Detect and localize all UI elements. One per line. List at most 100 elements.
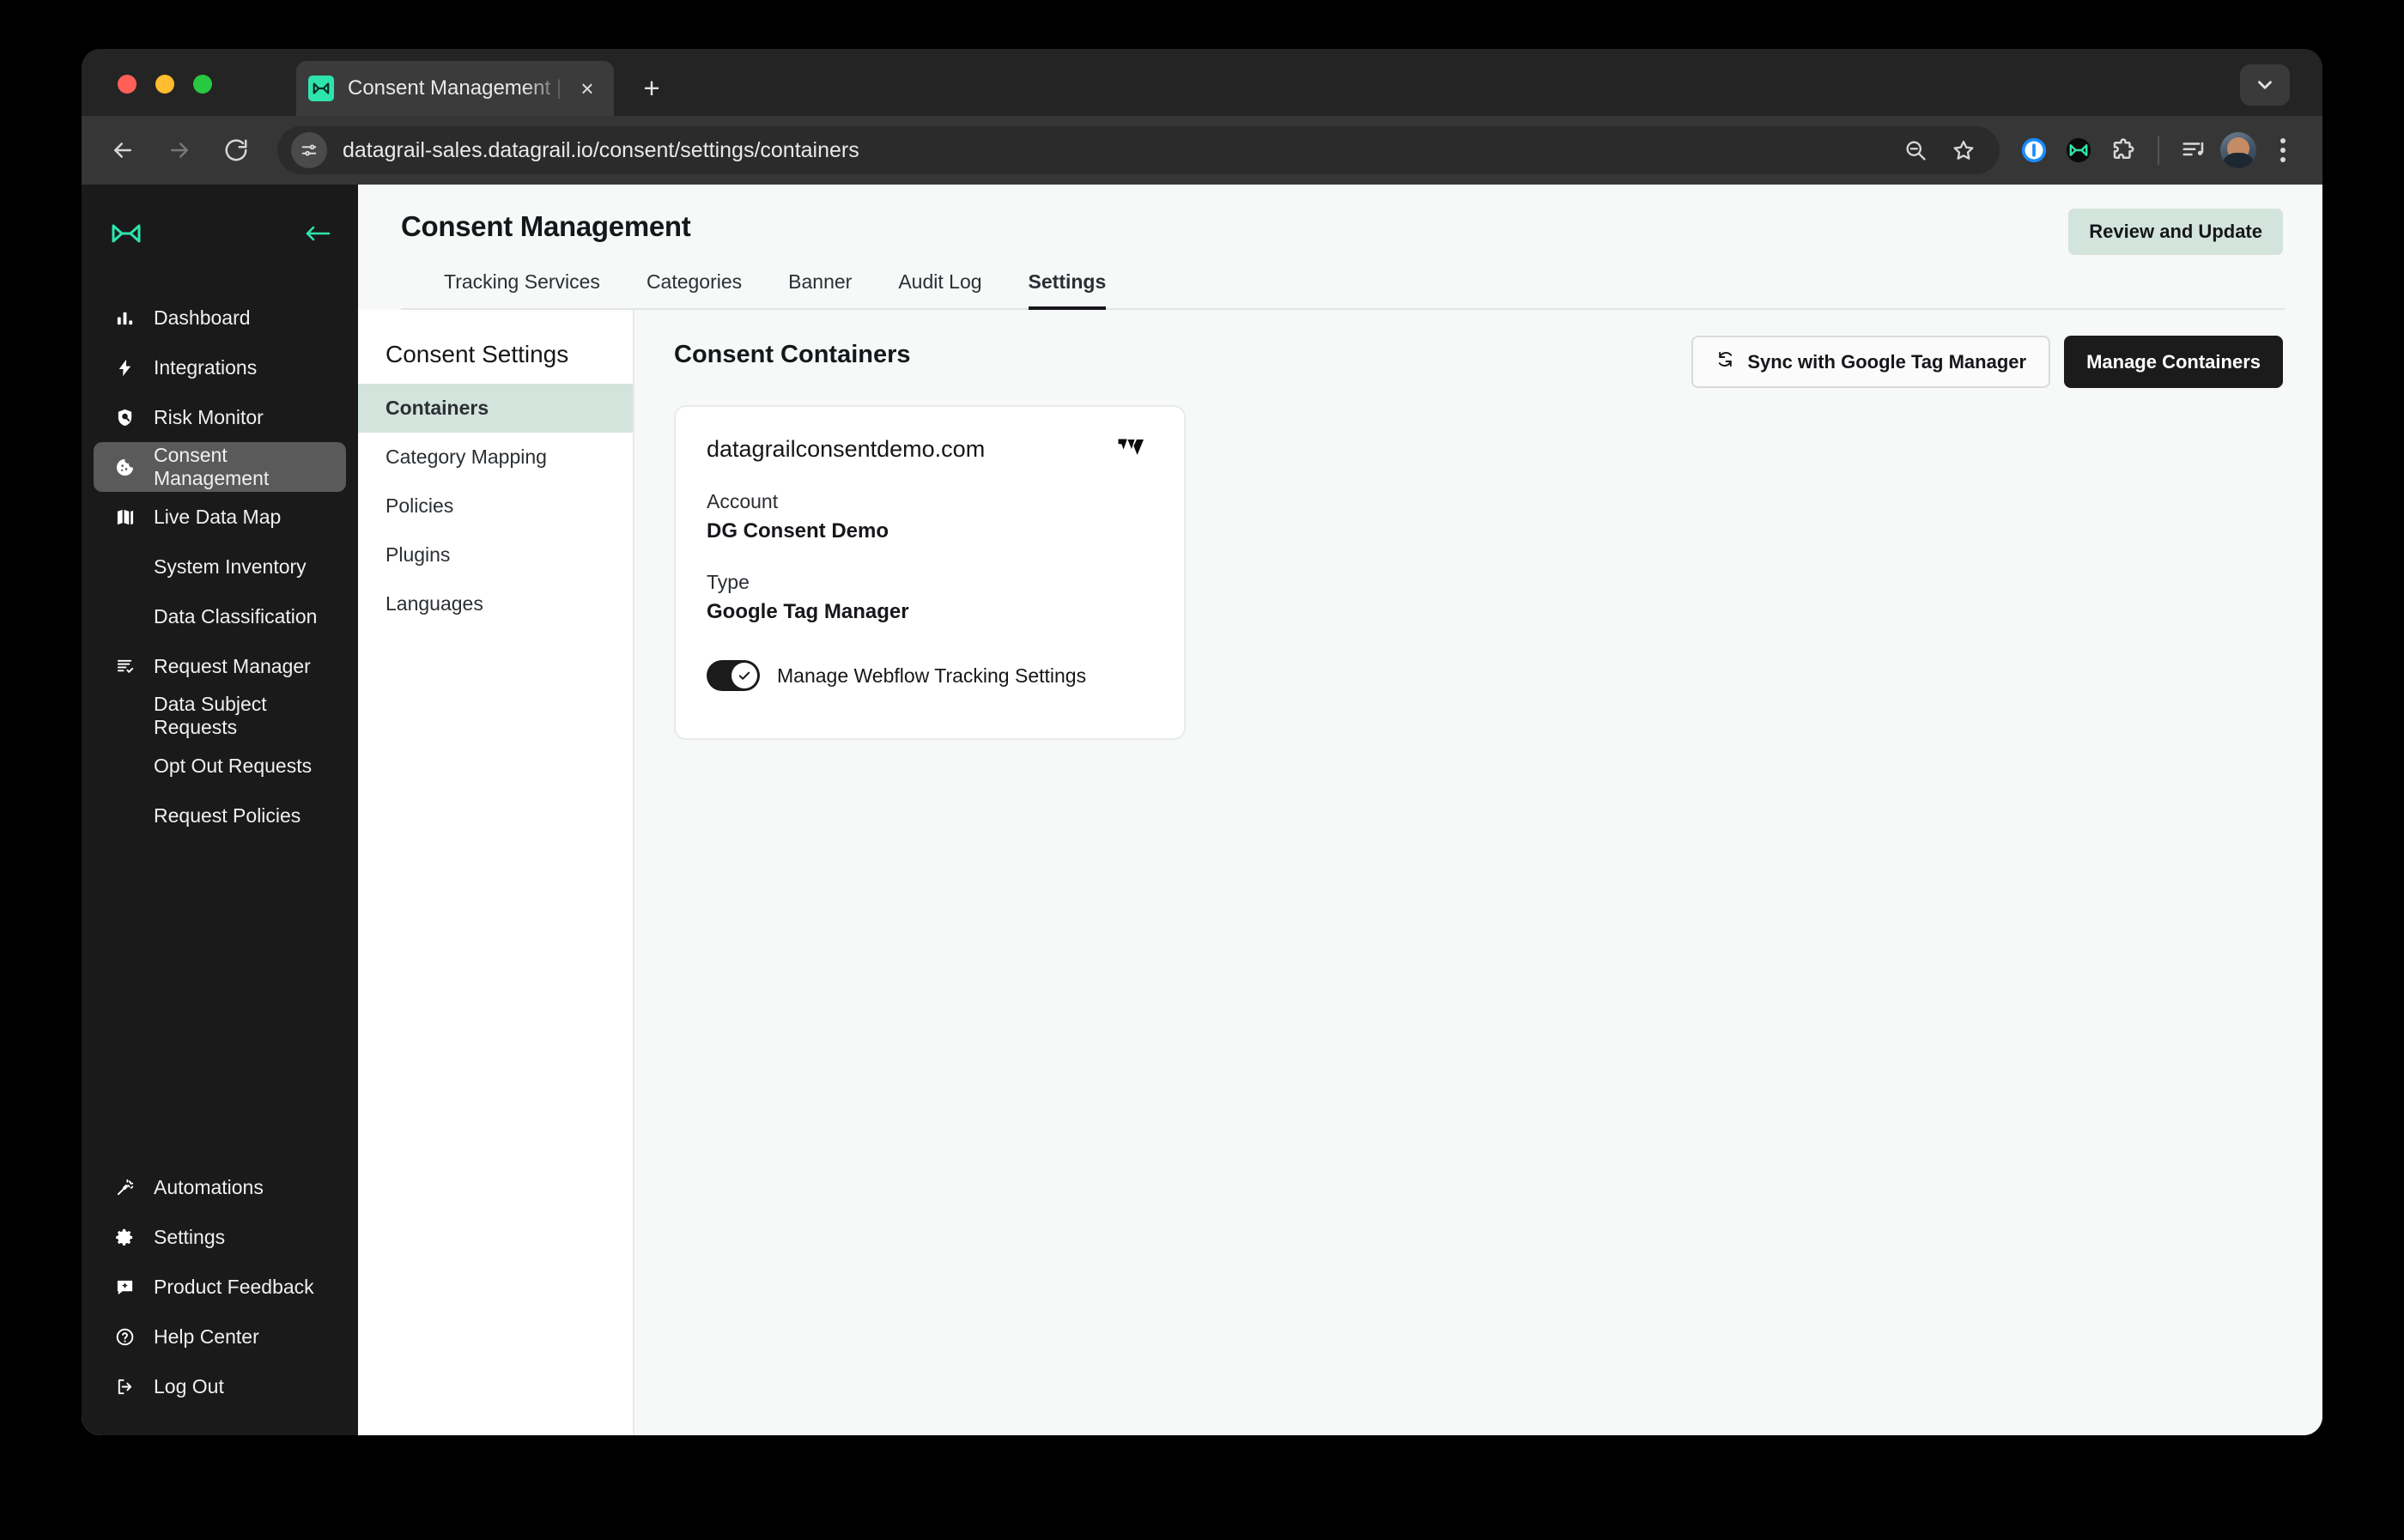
sidebar-item-dashboard[interactable]: Dashboard — [94, 293, 346, 343]
container-domain: datagrailconsentdemo.com — [707, 436, 986, 462]
sidebar-secondary-nav: Automations Settings Product Feedback He… — [82, 1162, 358, 1435]
sync-refresh-icon — [1715, 349, 1735, 374]
browser-titlebar: Consent Management | DataG × + — [82, 49, 2322, 116]
list-check-icon — [111, 657, 138, 676]
app-sidebar: Dashboard Integrations Risk Monitor Cons… — [82, 185, 358, 1435]
sidebar-item-data-subject-requests[interactable]: Data Subject Requests — [94, 691, 346, 741]
maximize-window-button[interactable] — [193, 75, 212, 94]
feedback-icon — [111, 1277, 138, 1297]
sidebar-item-label: Opt Out Requests — [154, 754, 313, 777]
sync-with-google-tag-manager-button[interactable]: Sync with Google Tag Manager — [1691, 336, 2051, 388]
reload-icon[interactable] — [214, 128, 258, 173]
tab-banner[interactable]: Banner — [788, 270, 852, 308]
sidebar-item-data-classification[interactable]: Data Classification — [94, 591, 346, 641]
address-bar[interactable]: datagrail-sales.datagrail.io/consent/set… — [277, 126, 2000, 174]
back-icon[interactable] — [100, 128, 145, 173]
chrome-menu-icon[interactable] — [2261, 128, 2305, 173]
manage-webflow-tracking-toggle[interactable] — [707, 660, 760, 691]
sidebar-item-live-data-map[interactable]: Live Data Map — [94, 492, 346, 542]
onepassword-extension-icon[interactable] — [2012, 128, 2056, 173]
page-viewport: Dashboard Integrations Risk Monitor Cons… — [82, 185, 2322, 1435]
sidebar-item-opt-out-requests[interactable]: Opt Out Requests — [94, 741, 346, 791]
sidebar-item-product-feedback[interactable]: Product Feedback — [94, 1262, 346, 1312]
sidebar-item-label: Help Center — [154, 1325, 259, 1348]
chevron-down-icon[interactable] — [2240, 64, 2290, 106]
manage-containers-button[interactable]: Manage Containers — [2064, 336, 2283, 388]
datagrail-extension-icon[interactable] — [2056, 128, 2101, 173]
map-icon — [111, 507, 138, 527]
settings-item-containers[interactable]: Containers — [358, 384, 633, 433]
sidebar-item-label: Integrations — [154, 355, 258, 379]
bookmark-star-icon[interactable] — [1941, 128, 1986, 173]
profile-avatar[interactable] — [2216, 128, 2261, 173]
sidebar-header — [82, 209, 358, 257]
review-and-update-button[interactable]: Review and Update — [2068, 209, 2283, 255]
sidebar-item-label: Data Subject Requests — [154, 693, 267, 738]
sidebar-item-automations[interactable]: Automations — [94, 1162, 346, 1212]
sidebar-item-log-out[interactable]: Log Out — [94, 1361, 346, 1411]
settings-item-languages[interactable]: Languages — [358, 579, 633, 628]
window-controls — [118, 75, 212, 94]
sidebar-item-label: Consent Management — [154, 444, 270, 489]
sidebar-item-help-center[interactable]: Help Center — [94, 1312, 346, 1361]
toggle-knob — [732, 663, 757, 688]
settings-item-policies[interactable]: Policies — [358, 482, 633, 531]
media-playlist-icon[interactable] — [2171, 128, 2216, 173]
tab-title: Consent Management | DataG — [348, 76, 573, 100]
logout-icon — [111, 1377, 138, 1397]
sidebar-item-risk-monitor[interactable]: Risk Monitor — [94, 392, 346, 442]
tracking-settings-toggle-row: Manage Webflow Tracking Settings — [707, 660, 1153, 691]
browser-window: Consent Management | DataG × + datagrai — [82, 49, 2322, 1435]
omnibox-actions — [1893, 128, 1986, 173]
settings-sidebar: Consent Settings Containers Category Map… — [358, 310, 634, 1435]
settings-item-plugins[interactable]: Plugins — [358, 531, 633, 579]
sidebar-item-integrations[interactable]: Integrations — [94, 343, 346, 392]
container-card[interactable]: datagrailconsentdemo.com Account DG Cons… — [674, 405, 1186, 740]
close-icon[interactable]: × — [573, 74, 602, 103]
gear-icon — [111, 1228, 138, 1247]
page-title: Consent Management — [401, 210, 691, 242]
sidebar-item-system-inventory[interactable]: System Inventory — [94, 542, 346, 591]
webflow-logo-icon — [1117, 434, 1153, 464]
sidebar-item-label: Data Classification — [154, 604, 318, 628]
tab-categories[interactable]: Categories — [647, 270, 742, 308]
main-content: Consent Management Review and Update Tra… — [358, 185, 2322, 1435]
sidebar-item-label: Request Policies — [154, 803, 301, 827]
close-window-button[interactable] — [118, 75, 137, 94]
sidebar-item-consent-management[interactable]: Consent Management — [94, 442, 346, 492]
panel-actions: Sync with Google Tag Manager Manage Cont… — [1691, 336, 2283, 388]
extensions-puzzle-icon[interactable] — [2101, 128, 2146, 173]
sidebar-item-request-policies[interactable]: Request Policies — [94, 791, 346, 840]
containers-panel: Consent Containers Sync with Google Tag … — [634, 310, 2322, 1435]
forward-icon[interactable] — [157, 128, 202, 173]
type-value: Google Tag Manager — [707, 600, 909, 623]
minimize-window-button[interactable] — [155, 75, 174, 94]
new-tab-button[interactable]: + — [635, 73, 668, 106]
tab-audit-log[interactable]: Audit Log — [898, 270, 981, 308]
settings-item-category-mapping[interactable]: Category Mapping — [358, 433, 633, 482]
shield-search-icon — [111, 408, 138, 427]
cookie-icon — [111, 458, 138, 477]
tab-settings[interactable]: Settings — [1028, 270, 1106, 310]
sidebar-item-label: Dashboard — [154, 306, 251, 329]
page-header: Consent Management Review and Update Tra… — [358, 185, 2322, 310]
sidebar-item-label: Product Feedback — [154, 1275, 314, 1298]
site-settings-icon[interactable] — [291, 132, 327, 168]
account-label: Account — [707, 490, 779, 512]
lightning-bolt-icon — [111, 358, 138, 378]
sidebar-item-request-manager[interactable]: Request Manager — [94, 641, 346, 691]
tab-tracking-services[interactable]: Tracking Services — [444, 270, 600, 308]
bar-chart-icon — [111, 308, 138, 328]
sidebar-primary-nav: Dashboard Integrations Risk Monitor Cons… — [82, 293, 358, 840]
toggle-label: Manage Webflow Tracking Settings — [777, 664, 1087, 687]
sidebar-item-label: Live Data Map — [154, 505, 282, 528]
zoom-out-icon[interactable] — [1893, 128, 1938, 173]
sidebar-item-label: Request Manager — [154, 654, 311, 677]
collapse-arrow-icon[interactable] — [303, 223, 332, 248]
sidebar-item-label: Settings — [154, 1225, 226, 1248]
datagrail-logo-icon[interactable] — [111, 222, 142, 249]
browser-tab[interactable]: Consent Management | DataG × — [296, 61, 614, 116]
sidebar-item-settings[interactable]: Settings — [94, 1212, 346, 1262]
sidebar-item-label: System Inventory — [154, 555, 307, 578]
question-circle-icon — [111, 1327, 138, 1347]
